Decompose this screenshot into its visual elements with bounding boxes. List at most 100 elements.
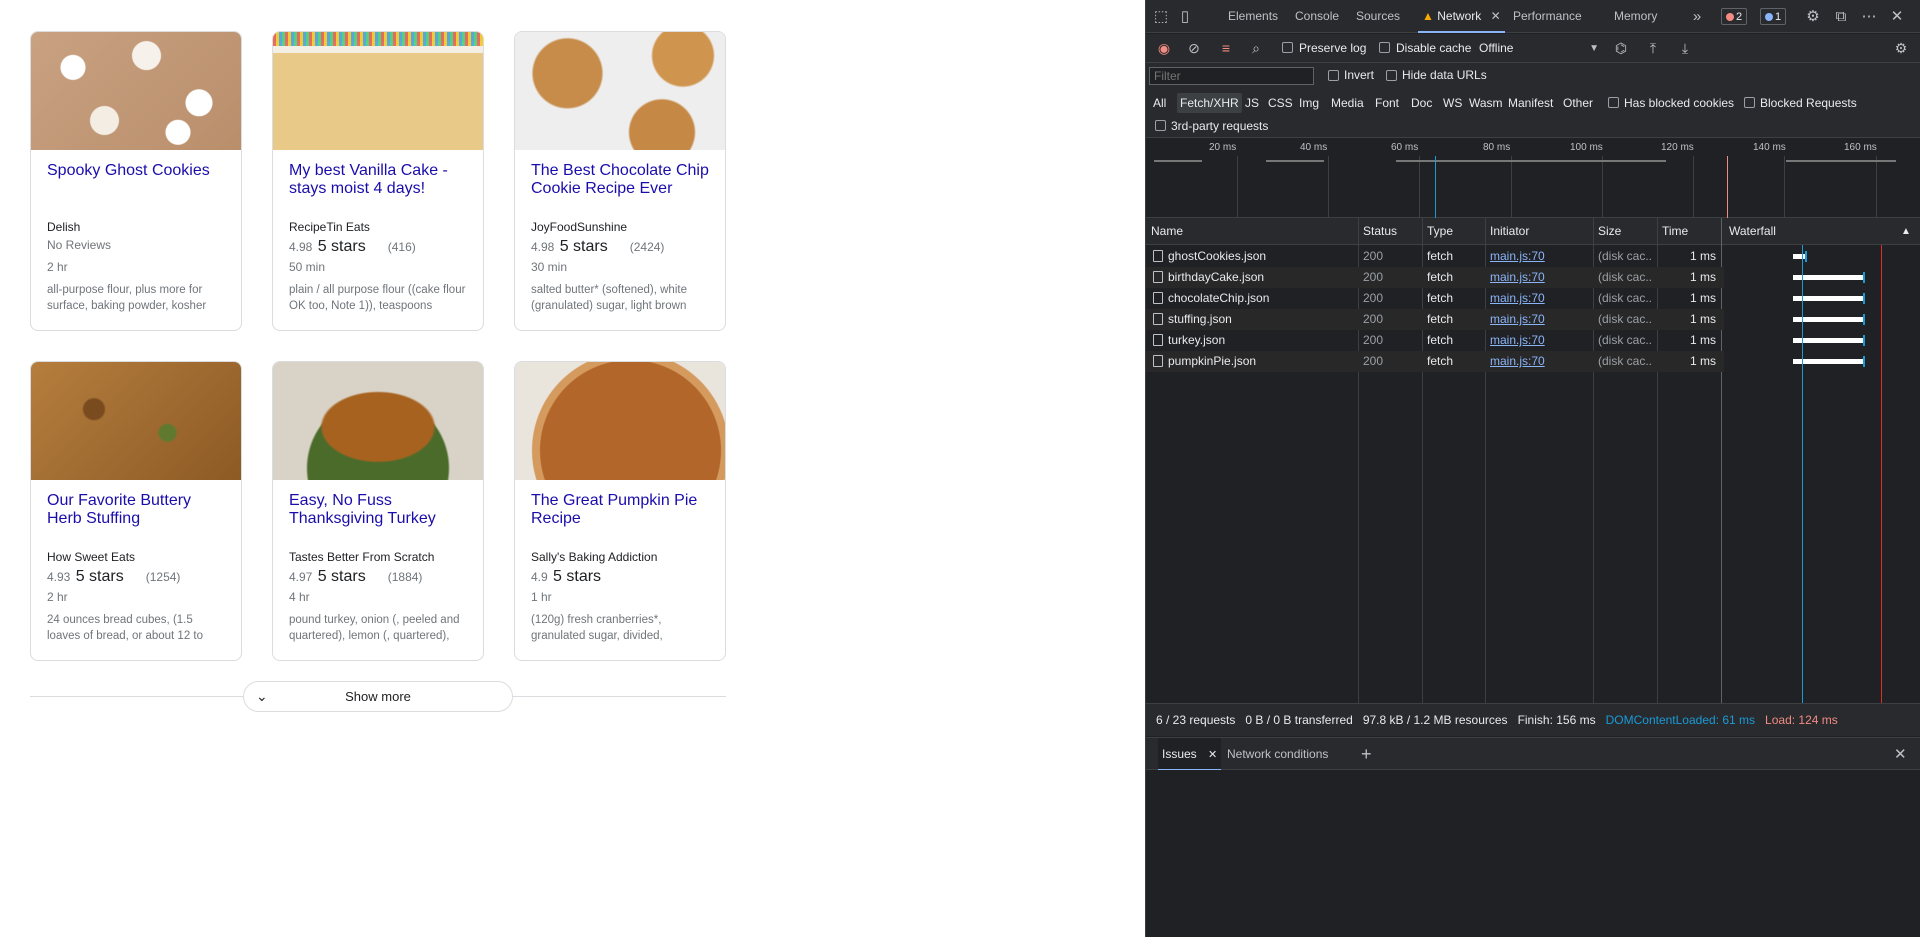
tab-elements[interactable]: Elements: [1228, 0, 1278, 33]
has-blocked-cookies-checkbox[interactable]: [1608, 97, 1619, 108]
request-name[interactable]: turkey.json: [1153, 330, 1353, 351]
recipe-ingredients: 24 ounces bread cubes, (1.5 loaves of br…: [47, 614, 203, 642]
recipe-ingredients: all-purpose flour, plus more for surface…: [47, 284, 207, 312]
drawer-tab-issues[interactable]: Issues ✕: [1158, 738, 1222, 771]
filter-type-fetch-xhr[interactable]: Fetch/XHR: [1177, 93, 1242, 113]
col-size[interactable]: Size: [1593, 218, 1621, 245]
timeline-overview[interactable]: 20 ms 40 ms 60 ms 80 ms 100 ms 120 ms 14…: [1146, 138, 1920, 218]
search-icon[interactable]: ⌕: [1246, 34, 1266, 63]
close-drawer-icon[interactable]: ✕: [1894, 738, 1907, 771]
inspect-element-icon[interactable]: ⬚: [1150, 0, 1172, 33]
close-tab-icon[interactable]: ✕: [1491, 9, 1501, 23]
network-conditions-icon[interactable]: ⌬: [1611, 34, 1631, 63]
request-name[interactable]: pumpkinPie.json: [1153, 351, 1353, 372]
close-tab-icon[interactable]: ✕: [1208, 749, 1217, 761]
filter-type-other[interactable]: Other: [1560, 93, 1596, 113]
recipe-title[interactable]: Our Favorite Buttery Herb Stuffing: [47, 492, 229, 528]
import-har-icon[interactable]: ⤒: [1643, 34, 1663, 63]
ghost-cookies-image[interactable]: [31, 32, 241, 150]
pumpkin-pie-image[interactable]: [515, 362, 725, 480]
recipe-card[interactable]: The Best Chocolate Chip Cookie Recipe Ev…: [514, 31, 726, 331]
filter-type-js[interactable]: JS: [1242, 93, 1262, 113]
tab-network[interactable]: ▲ Network ✕: [1418, 0, 1505, 33]
col-type[interactable]: Type: [1422, 218, 1453, 245]
turkey-image[interactable]: [273, 362, 483, 480]
filter-type-manifest[interactable]: Manifest: [1505, 93, 1556, 113]
request-initiator-link[interactable]: main.js:70: [1490, 309, 1545, 330]
close-devtools-icon[interactable]: ✕: [1886, 0, 1908, 33]
request-initiator-link[interactable]: main.js:70: [1490, 351, 1545, 372]
recipe-card[interactable]: Easy, No Fuss Thanksgiving Turkey Tastes…: [272, 361, 484, 661]
recipe-title[interactable]: Spooky Ghost Cookies: [47, 162, 229, 180]
col-status[interactable]: Status: [1358, 218, 1397, 245]
invert-checkbox[interactable]: [1328, 70, 1339, 81]
filter-input[interactable]: [1149, 67, 1314, 85]
herb-stuffing-image[interactable]: [31, 362, 241, 480]
third-party-checkbox[interactable]: [1155, 120, 1166, 131]
timeline-tick: 140 ms: [1753, 142, 1786, 153]
request-initiator-link[interactable]: main.js:70: [1490, 288, 1545, 309]
filter-type-img[interactable]: Img: [1296, 93, 1322, 113]
vanilla-cake-image[interactable]: [273, 32, 483, 150]
record-icon[interactable]: ◉: [1154, 34, 1174, 63]
drawer-tab-network-conditions[interactable]: Network conditions: [1227, 738, 1328, 771]
col-initiator[interactable]: Initiator: [1485, 218, 1529, 245]
request-row[interactable]: birthdayCake.json 200 fetch main.js:70 (…: [1146, 267, 1724, 288]
hide-data-urls-checkbox[interactable]: [1386, 70, 1397, 81]
filter-type-all[interactable]: All: [1150, 93, 1169, 113]
tab-console[interactable]: Console: [1295, 0, 1339, 33]
recipe-title[interactable]: Easy, No Fuss Thanksgiving Turkey: [289, 492, 471, 528]
clear-icon[interactable]: ⊘: [1184, 34, 1204, 63]
more-tabs-icon[interactable]: »: [1686, 0, 1708, 33]
tab-memory[interactable]: Memory: [1614, 0, 1657, 33]
request-initiator-link[interactable]: main.js:70: [1490, 246, 1545, 267]
filter-type-font[interactable]: Font: [1372, 93, 1402, 113]
blocked-requests-checkbox[interactable]: [1744, 97, 1755, 108]
recipe-card[interactable]: Our Favorite Buttery Herb Stuffing How S…: [30, 361, 242, 661]
tab-sources[interactable]: Sources: [1356, 0, 1400, 33]
device-toolbar-icon[interactable]: ▯: [1174, 0, 1196, 33]
filter-type-ws[interactable]: WS: [1440, 93, 1465, 113]
request-name[interactable]: stuffing.json: [1153, 309, 1353, 330]
more-options-icon[interactable]: ⋯: [1858, 0, 1880, 33]
col-waterfall[interactable]: Waterfall: [1724, 218, 1776, 245]
tab-performance[interactable]: Performance: [1513, 0, 1582, 33]
recipe-title[interactable]: My best Vanilla Cake - stays moist 4 day…: [289, 162, 471, 198]
request-row[interactable]: pumpkinPie.json 200 fetch main.js:70 (di…: [1146, 351, 1724, 372]
show-more-button[interactable]: ⌄ Show more: [243, 681, 513, 712]
request-row[interactable]: ghostCookies.json 200 fetch main.js:70 (…: [1146, 246, 1724, 267]
col-name[interactable]: Name: [1146, 218, 1183, 245]
add-tab-icon[interactable]: +: [1361, 738, 1372, 771]
recipe-card[interactable]: The Great Pumpkin Pie Recipe Sally's Bak…: [514, 361, 726, 661]
chocolate-chip-cookie-image[interactable]: [515, 32, 725, 150]
info-badge[interactable]: 1: [1760, 8, 1787, 25]
request-name[interactable]: chocolateChip.json: [1153, 288, 1353, 309]
recipe-title[interactable]: The Best Chocolate Chip Cookie Recipe Ev…: [531, 162, 713, 198]
recipe-source: RecipeTin Eats: [289, 220, 370, 234]
request-row[interactable]: chocolateChip.json 200 fetch main.js:70 …: [1146, 288, 1724, 309]
settings-gear-icon[interactable]: ⚙: [1802, 0, 1824, 33]
filter-type-wasm[interactable]: Wasm: [1466, 93, 1506, 113]
error-badge[interactable]: 2: [1721, 8, 1748, 25]
filter-icon[interactable]: ≡: [1216, 34, 1236, 63]
recipe-card[interactable]: Spooky Ghost Cookies Delish No Reviews 2…: [30, 31, 242, 331]
request-name[interactable]: ghostCookies.json: [1153, 246, 1353, 267]
filter-type-doc[interactable]: Doc: [1408, 93, 1435, 113]
sort-ascending-icon[interactable]: ▲: [1896, 218, 1911, 245]
request-initiator-link[interactable]: main.js:70: [1490, 330, 1545, 351]
throttling-select[interactable]: Offline ▼: [1479, 39, 1599, 58]
filter-type-media[interactable]: Media: [1328, 93, 1367, 113]
disable-cache-checkbox[interactable]: [1379, 42, 1390, 53]
export-har-icon[interactable]: ⤓: [1675, 34, 1695, 63]
filter-type-css[interactable]: CSS: [1265, 93, 1296, 113]
request-name[interactable]: birthdayCake.json: [1153, 267, 1353, 288]
remote-devices-icon[interactable]: ⧉: [1830, 0, 1852, 33]
request-row[interactable]: stuffing.json 200 fetch main.js:70 (disk…: [1146, 309, 1724, 330]
request-row[interactable]: turkey.json 200 fetch main.js:70 (disk c…: [1146, 330, 1724, 351]
preserve-log-checkbox[interactable]: [1282, 42, 1293, 53]
recipe-title[interactable]: The Great Pumpkin Pie Recipe: [531, 492, 713, 528]
network-settings-icon[interactable]: ⚙: [1891, 34, 1911, 63]
recipe-card[interactable]: My best Vanilla Cake - stays moist 4 day…: [272, 31, 484, 331]
col-time[interactable]: Time: [1657, 218, 1688, 245]
request-initiator-link[interactable]: main.js:70: [1490, 267, 1545, 288]
